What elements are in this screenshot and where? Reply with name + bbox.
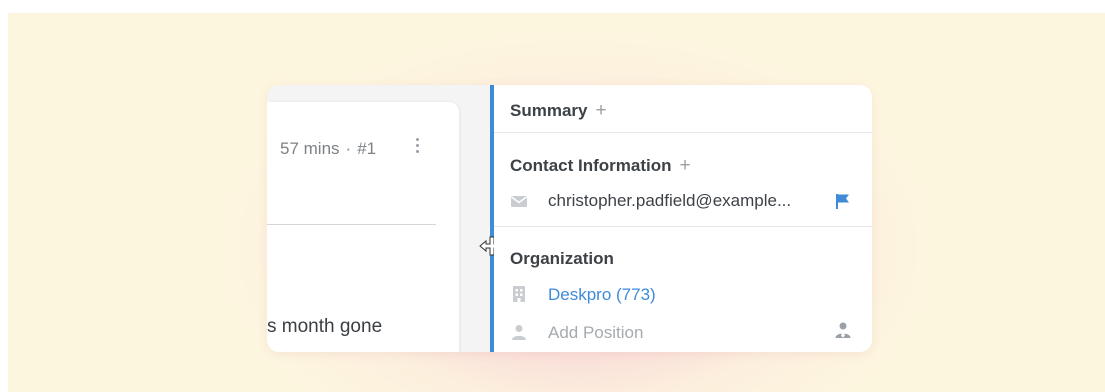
user-tie-icon[interactable]	[834, 321, 852, 339]
person-icon	[512, 325, 526, 340]
app-window: 57 mins · #1 s month gone Summary + Contact…	[267, 85, 872, 352]
add-summary-icon[interactable]: +	[595, 100, 606, 121]
summary-title: Summary	[510, 101, 588, 120]
building-icon	[513, 286, 525, 302]
section-divider	[494, 132, 872, 133]
contact-email[interactable]: christopher.padfield@example...	[548, 191, 791, 211]
meta-separator: ·	[345, 139, 352, 158]
organization-title: Organization	[510, 249, 614, 268]
add-position-field[interactable]: Add Position	[548, 323, 643, 343]
flag-icon[interactable]	[834, 192, 852, 210]
add-contact-info-icon[interactable]: +	[680, 155, 691, 176]
summary-section-title[interactable]: Summary +	[510, 100, 607, 122]
section-divider	[494, 226, 872, 227]
background-stage: 57 mins · #1 s month gone Summary + Contact…	[8, 13, 1105, 392]
envelope-icon	[511, 196, 527, 207]
ticket-card[interactable]: 57 mins · #1 s month gone	[267, 102, 459, 352]
properties-panel: Summary + Contact Information + christophe…	[494, 85, 872, 352]
more-options-icon[interactable]	[414, 138, 420, 158]
organization-link[interactable]: Deskpro (773)	[548, 285, 656, 305]
message-snippet: s month gone	[267, 316, 383, 337]
ticket-time: 57 mins	[280, 139, 340, 158]
divider	[267, 224, 436, 225]
organization-section-title: Organization	[510, 249, 614, 269]
ticket-number: #1	[357, 139, 377, 158]
contact-info-section-title[interactable]: Contact Information +	[510, 155, 691, 177]
ticket-meta: 57 mins · #1	[280, 139, 376, 159]
contact-info-title: Contact Information	[510, 156, 672, 175]
